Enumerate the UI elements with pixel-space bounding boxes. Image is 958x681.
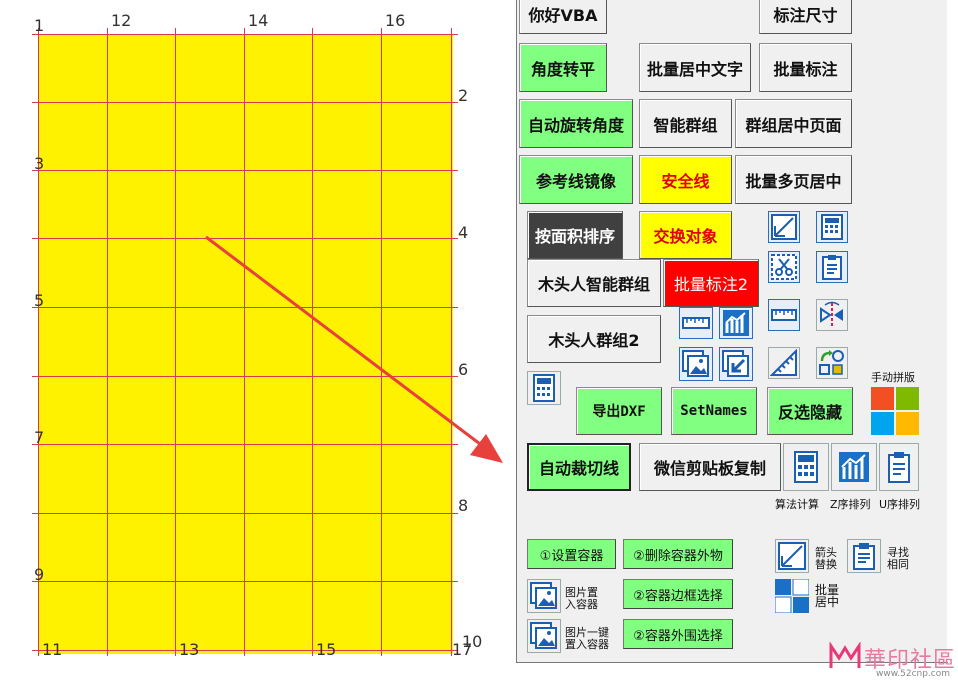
angle-flat-button[interactable]: 角度转平 [519, 43, 607, 92]
manual-layout-label: 手动拼版 [871, 371, 915, 384]
watermark-url: www.52cnp.com [876, 669, 951, 679]
z-sort-label: Z序排列 [830, 498, 871, 511]
wechat-clipboard-copy-button[interactable]: 微信剪贴板复制 [639, 443, 781, 491]
scissors-icon[interactable] [768, 251, 800, 283]
wood-smart-group-button[interactable]: 木头人智能群组 [527, 259, 661, 307]
set-names-button[interactable]: SetNames [671, 387, 757, 435]
container-outer-select-button[interactable]: ②容器外围选择 [623, 619, 733, 649]
invert-hide-button[interactable]: 反选隐藏 [767, 387, 853, 435]
find-same-icon[interactable] [847, 539, 881, 573]
z-sort-icon[interactable] [831, 443, 877, 491]
u-sort-icon[interactable] [879, 443, 919, 491]
image-into-container-label-2: 入容器 [565, 598, 598, 611]
safe-line-button[interactable]: 安全线 [639, 155, 732, 204]
auto-cut-line-button[interactable]: 自动裁切线 [527, 443, 631, 491]
set-container-button[interactable]: ①设置容器 [527, 539, 616, 569]
arrow-replace-label-1: 箭头 [815, 546, 837, 559]
batch-multipage-center-button[interactable]: 批量多页居中 [735, 155, 852, 204]
image-into-container-icon[interactable] [527, 579, 561, 613]
recycle-shapes-icon[interactable] [816, 347, 848, 379]
chart-bars-icon[interactable] [719, 307, 753, 339]
clipboard-icon[interactable] [816, 251, 848, 283]
algo-calc-label: 算法计算 [775, 498, 819, 511]
guide-mirror-button[interactable]: 参考线镜像 [519, 155, 633, 204]
batch-center-text-button[interactable]: 批量居中文字 [639, 43, 751, 92]
hello-vba-button[interactable]: 你好VBA [519, 0, 607, 34]
calculator-small-icon[interactable] [527, 371, 561, 405]
wood-group2-button[interactable]: 木头人群组2 [527, 315, 661, 363]
ruler-corner-icon[interactable] [768, 211, 800, 243]
arrow-replace-icon[interactable] [775, 539, 809, 573]
watermark: 華印社區 www.52cnp.com [828, 640, 958, 681]
calculator-icon[interactable] [816, 211, 848, 243]
watermark-logo-icon [829, 642, 861, 668]
batch-mark2-button[interactable]: 批量标注2 [663, 259, 759, 307]
red-arrow [205, 235, 503, 463]
find-same-label-1: 寻找 [887, 546, 909, 559]
u-sort-label: U序排列 [879, 498, 921, 511]
panel-edge [947, 0, 958, 662]
delete-outside-container-button[interactable]: ②删除容器外物 [623, 539, 733, 569]
mark-size-button[interactable]: 标注尺寸 [759, 0, 852, 34]
batch-center-icon[interactable] [774, 578, 810, 614]
image-one-click-container-icon[interactable] [527, 619, 561, 653]
find-same-label-2: 相同 [887, 558, 909, 571]
batch-center-label-2: 居中 [815, 595, 840, 609]
algo-calc-icon[interactable] [783, 443, 829, 491]
batch-mark-button[interactable]: 批量标注 [759, 43, 852, 92]
windows-grid-icon[interactable] [871, 387, 919, 435]
image-into-container-label-1: 图片置 [565, 586, 598, 599]
image-one-click-label-2: 置入容器 [565, 638, 609, 651]
ruler-diagonal-icon[interactable] [768, 347, 800, 379]
sort-by-area-button[interactable]: 按面积排序 [527, 211, 623, 259]
image-stack-icon[interactable] [679, 347, 713, 381]
swap-objects-button[interactable]: 交换对象 [639, 211, 732, 259]
shrink-arrow-icon[interactable] [719, 347, 753, 381]
image-one-click-label-1: 图片一键 [565, 626, 609, 639]
smart-group-button[interactable]: 智能群组 [639, 99, 732, 148]
arrow-replace-label-2: 替换 [815, 558, 837, 571]
design-canvas[interactable]: 1 12 14 16 2 3 4 5 6 7 8 9 10 11 13 15 1… [0, 0, 516, 681]
auto-rotate-button[interactable]: 自动旋转角度 [519, 99, 633, 148]
group-center-page-button[interactable]: 群组居中页面 [735, 99, 852, 148]
container-border-select-button[interactable]: ②容器边框选择 [623, 579, 733, 609]
ruler-small-icon[interactable] [768, 299, 800, 331]
export-dxf-button[interactable]: 导出DXF [576, 387, 662, 435]
mirror-flip-icon[interactable] [816, 299, 848, 331]
ruler-icon[interactable] [679, 307, 713, 339]
